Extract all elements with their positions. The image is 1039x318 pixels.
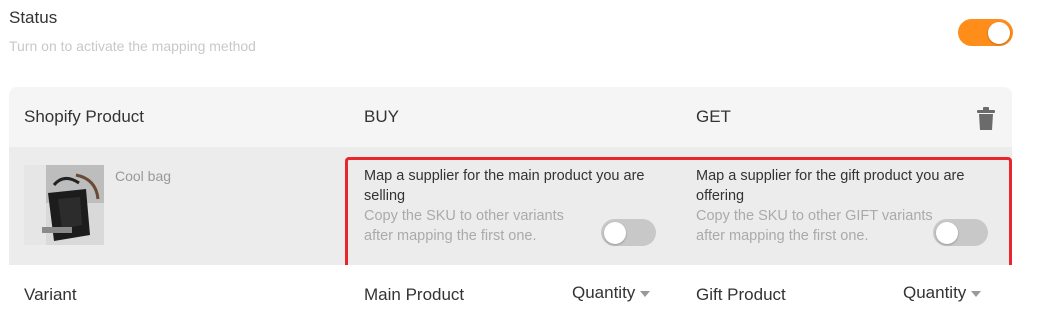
header-variant: Variant <box>24 285 77 304</box>
trash-icon[interactable] <box>976 107 996 131</box>
mapping-card: Shopify Product BUY GET Cool bag Map a s… <box>9 87 1012 318</box>
header-buy: BUY <box>364 107 399 126</box>
table-header: Shopify Product BUY GET <box>9 87 1012 147</box>
header-shopify-product: Shopify Product <box>24 107 145 126</box>
product-name[interactable]: Cool bag <box>115 168 171 184</box>
header-gift-product: Gift Product <box>696 285 786 304</box>
status-subtitle: Turn on to activate the mapping method <box>9 38 256 54</box>
status-title: Status <box>9 8 58 27</box>
bag-image <box>24 165 104 245</box>
product-row: Cool bag Map a supplier for the main pro… <box>9 147 1012 270</box>
status-toggle[interactable] <box>958 19 1013 46</box>
gift-quantity-sort[interactable]: Quantity <box>903 283 982 303</box>
variant-header-row: Variant Main Product Quantity Gift Produ… <box>9 265 1012 318</box>
header-main-product: Main Product <box>364 285 465 304</box>
gift-quantity-label: Quantity <box>903 283 967 302</box>
main-quantity-label: Quantity <box>572 283 636 302</box>
main-quantity-sort[interactable]: Quantity <box>572 283 651 303</box>
highlight-box <box>345 157 1012 270</box>
caret-down-icon <box>971 290 982 297</box>
product-thumbnail[interactable] <box>24 165 104 245</box>
caret-down-icon <box>640 290 651 297</box>
header-get: GET <box>696 107 731 126</box>
toggle-knob <box>988 22 1010 44</box>
